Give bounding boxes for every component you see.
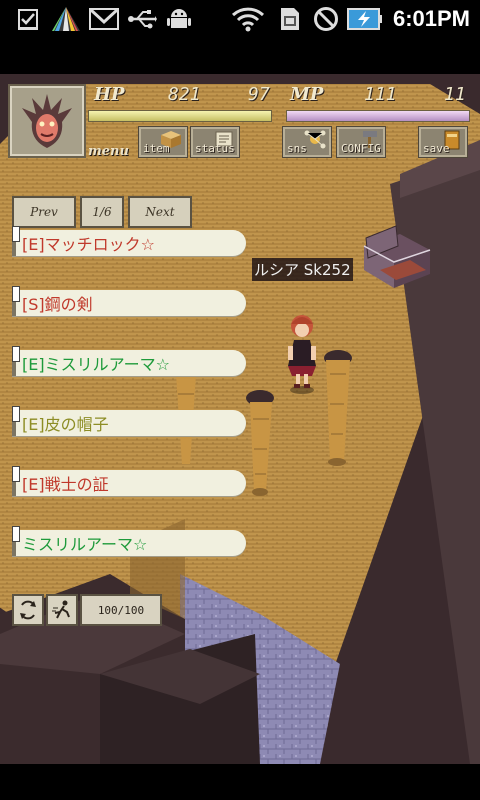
inventory-item[interactable]: [E]戦士の証 [12, 466, 246, 496]
checkbox-notification-icon [14, 5, 42, 33]
wifi-icon [230, 5, 266, 33]
inventory-item-label: [E]戦士の証 [22, 475, 109, 494]
prev-page-button[interactable]: Prev [12, 196, 76, 228]
save-button[interactable]: save [418, 126, 468, 158]
flag-icon [12, 406, 20, 422]
inventory-item[interactable]: [E]皮の帽子 [12, 406, 246, 436]
page-indicator: 1/6 [80, 196, 124, 228]
usb-icon [126, 5, 158, 33]
bottom-letterbox [0, 764, 480, 800]
status-button-label: status [195, 142, 235, 155]
android-debug-icon [164, 5, 194, 33]
status-button[interactable]: status [190, 126, 240, 158]
flag-icon [12, 466, 20, 482]
save-button-label: save [423, 142, 450, 155]
config-button[interactable]: CONFIG [336, 126, 386, 158]
running-figure-icon [52, 600, 70, 619]
inventory-item[interactable]: [E]マッチロック☆ [12, 226, 246, 256]
refresh-button[interactable] [12, 594, 44, 626]
status-bar: 6:01PM [0, 0, 480, 38]
gmail-icon [88, 5, 120, 33]
flag-icon [12, 286, 20, 302]
inventory-item-label: [E]ミスリルアーマ☆ [22, 355, 170, 374]
rainbow-triangle-icon [50, 5, 82, 33]
flag-icon [12, 226, 20, 242]
menu-label[interactable]: menu [88, 144, 129, 159]
config-button-label: CONFIG [341, 142, 381, 155]
no-signal-icon [312, 5, 340, 33]
item-count-label: 100/100 [97, 603, 145, 617]
hp-bar [88, 110, 272, 122]
item-button-label: item [143, 142, 170, 155]
sns-button[interactable]: sns [282, 126, 332, 158]
prev-page-label: Prev [30, 205, 58, 219]
sns-button-label: sns [287, 142, 307, 155]
inventory-item[interactable]: ミスリルアーマ☆ [12, 526, 246, 556]
inventory-item-label: ミスリルアーマ☆ [22, 535, 148, 554]
inventory-item[interactable]: [S]鋼の剣 [12, 286, 246, 316]
status-clock: 6:01PM [392, 6, 470, 31]
hp-label: HP [94, 84, 125, 105]
mp-max: 11 [444, 84, 466, 105]
hp-max: 97 [248, 84, 270, 105]
inventory-item[interactable]: [E]ミスリルアーマ☆ [12, 346, 246, 376]
next-page-button[interactable]: Next [128, 196, 192, 228]
page-indicator-label: 1/6 [92, 205, 112, 219]
refresh-icon [20, 600, 36, 620]
flag-icon [12, 526, 20, 542]
item-button[interactable]: item [138, 126, 188, 158]
mp-label: MP [290, 84, 324, 105]
inventory-item-label: [E]マッチロック☆ [22, 235, 155, 254]
next-page-label: Next [145, 205, 175, 219]
character-portrait[interactable] [8, 84, 86, 158]
flame-mask-icon [22, 94, 72, 148]
mp-current: 111 [364, 84, 397, 105]
hp-current: 821 [168, 84, 201, 105]
flag-icon [12, 346, 20, 362]
top-letterbox [0, 38, 480, 74]
item-count-display: 100/100 [80, 594, 162, 626]
sim-icon [276, 5, 304, 33]
sort-button[interactable] [46, 594, 78, 626]
mp-bar [286, 110, 470, 122]
inventory-item-label: [S]鋼の剣 [22, 295, 93, 314]
battery-charging-icon [346, 5, 384, 33]
npc-name-label: ルシア Sk252 [252, 258, 353, 281]
inventory-item-label: [E]皮の帽子 [22, 415, 109, 434]
